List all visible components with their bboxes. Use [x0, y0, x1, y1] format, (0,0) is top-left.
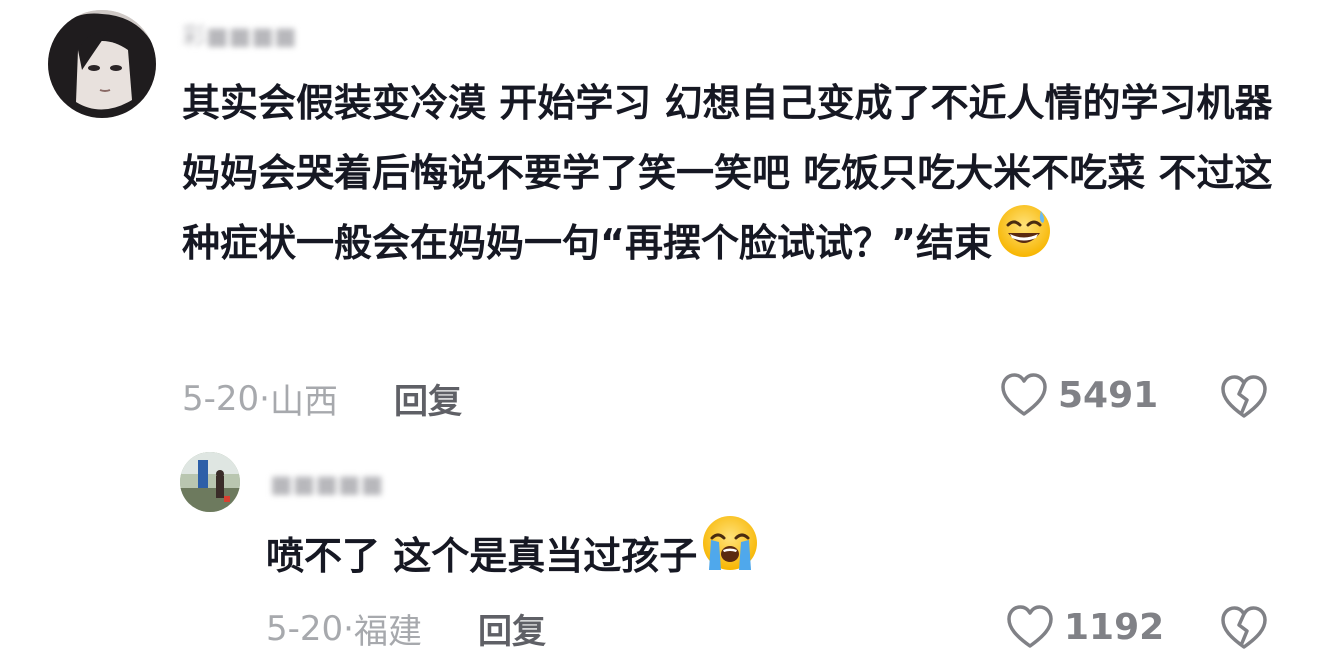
like-count: 1192: [1064, 606, 1165, 648]
reply-text: 喷不了 这个是真当过孩子: [266, 516, 1266, 595]
broken-heart-icon[interactable]: [1220, 374, 1268, 420]
comment-date: 5-20: [182, 378, 260, 419]
reply-button[interactable]: 回复: [394, 374, 462, 423]
reply-button[interactable]: 回复: [478, 604, 546, 653]
comment-location: 山西: [269, 382, 338, 422]
meta-separator: ·: [343, 608, 354, 649]
reply-meta: 5-20 · 福建 回复: [266, 604, 546, 653]
reply-location: 福建: [353, 612, 422, 652]
comment-text: 其实会假装变冷漠 开始学习 幻想自己变成了不近人情的学习机器 妈妈会哭着后悔说不…: [182, 68, 1282, 281]
loudly-crying-emoji: [701, 514, 759, 595]
like-count: 5491: [1058, 374, 1159, 416]
grinning-sweat-emoji: [996, 203, 1052, 281]
broken-heart-icon[interactable]: [1220, 605, 1268, 651]
username[interactable]: ■■■■■: [270, 470, 383, 498]
username[interactable]: 彩■■■■: [182, 16, 297, 51]
avatar[interactable]: [180, 452, 240, 512]
like-button[interactable]: 5491: [1000, 372, 1158, 418]
heart-icon[interactable]: [1000, 372, 1048, 418]
meta-separator: ·: [259, 378, 270, 419]
comment-meta: 5-20 · 山西 回复: [182, 374, 462, 423]
avatar[interactable]: [48, 10, 156, 118]
reply-body: 喷不了 这个是真当过孩子: [266, 534, 698, 578]
comment-body: 其实会假装变冷漠 开始学习 幻想自己变成了不近人情的学习机器 妈妈会哭着后悔说不…: [182, 81, 1273, 265]
comment-thread: 彩■■■■ 其实会假装变冷漠 开始学习 幻想自己变成了不近人情的学习机器 妈妈会…: [0, 0, 1320, 660]
like-button[interactable]: 1192: [1006, 604, 1164, 650]
heart-icon[interactable]: [1006, 604, 1054, 650]
reply-date: 5-20: [266, 608, 344, 649]
